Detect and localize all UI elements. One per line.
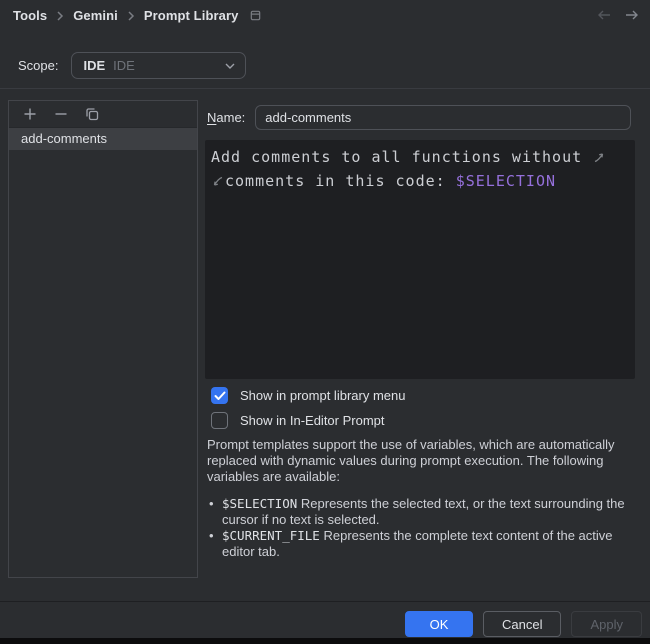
history-nav [596, 8, 640, 22]
chevron-down-icon [224, 58, 236, 73]
variables-description: Prompt templates support the use of vari… [207, 437, 644, 485]
soft-wrap-start-icon [212, 175, 224, 188]
list-item[interactable]: add-comments [9, 128, 197, 150]
breadcrumb-item-gemini[interactable]: Gemini [73, 8, 118, 23]
copy-icon[interactable] [249, 9, 262, 22]
checkbox-unchecked-icon[interactable] [211, 412, 228, 429]
editor-line: comments in this code: $SELECTION [211, 169, 629, 193]
selection-variable-token: $SELECTION [456, 172, 556, 190]
breadcrumb-bar: Tools Gemini Prompt Library [0, 0, 650, 34]
list-toolbar [9, 101, 197, 128]
prompt-text-editor[interactable]: Add comments to all functions without co… [205, 140, 635, 379]
breadcrumb-item-prompt-library: Prompt Library [144, 8, 239, 23]
checkbox-show-in-in-editor-prompt[interactable]: Show in In-Editor Prompt [211, 412, 385, 429]
name-label: Name: [207, 110, 245, 125]
back-arrow-icon[interactable] [596, 8, 612, 22]
cancel-button[interactable]: Cancel [483, 611, 561, 637]
variable-item-current-file: $CURRENT_FILE Represents the complete te… [209, 528, 643, 560]
soft-wrap-end-icon [593, 151, 605, 164]
breadcrumb: Tools Gemini Prompt Library [13, 8, 262, 23]
scope-selected-value: IDE [83, 58, 105, 73]
checkbox-show-in-prompt-library-menu[interactable]: Show in prompt library menu [211, 387, 405, 404]
scope-select[interactable]: IDE IDE [71, 52, 246, 79]
forward-arrow-icon[interactable] [624, 8, 640, 22]
checkbox-label: Show in In-Editor Prompt [240, 413, 385, 428]
scope-label: Scope: [18, 58, 58, 73]
chevron-right-icon [56, 11, 64, 21]
scope-hint: IDE [113, 58, 224, 73]
name-row: Name: add-comments [207, 105, 631, 130]
variables-list: $SELECTION Represents the selected text,… [209, 496, 643, 560]
checkbox-checked-icon[interactable] [211, 387, 228, 404]
footer-buttons: OK Cancel Apply [0, 611, 642, 637]
remove-prompt-button[interactable] [50, 103, 72, 125]
breadcrumb-item-tools[interactable]: Tools [13, 8, 47, 23]
scope-row: Scope: IDE IDE [18, 52, 246, 79]
scope-divider [0, 88, 650, 89]
ok-button[interactable]: OK [405, 611, 473, 637]
variable-name: $SELECTION [222, 496, 297, 511]
window-bottom-edge [0, 638, 650, 644]
footer-divider [0, 601, 650, 602]
name-field[interactable]: add-comments [255, 105, 631, 130]
duplicate-prompt-button[interactable] [81, 103, 103, 125]
prompt-list-panel: add-comments [8, 100, 198, 578]
add-prompt-button[interactable] [19, 103, 41, 125]
chevron-right-icon [127, 11, 135, 21]
apply-button[interactable]: Apply [571, 611, 642, 637]
settings-prompt-library-page: Tools Gemini Prompt Library [0, 0, 650, 644]
variable-item-selection: $SELECTION Represents the selected text,… [209, 496, 643, 528]
variable-name: $CURRENT_FILE [222, 528, 320, 543]
prompt-list: add-comments [9, 128, 197, 150]
checkbox-label: Show in prompt library menu [240, 388, 405, 403]
editor-line: Add comments to all functions without [211, 145, 629, 169]
